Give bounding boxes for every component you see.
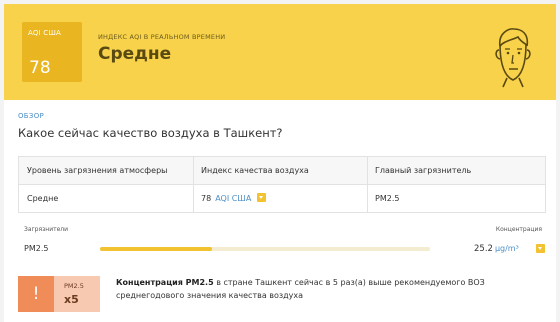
header-main-pollutant: Главный загрязнитель [375,166,472,175]
page: AQI США 78 ИНДЕКС AQI В РЕАЛЬНОМ ВРЕМЕНИ… [0,0,560,322]
aqi-unit-selector[interactable]: AQI США [215,194,251,203]
alert-message: Концентрация PM2.5 в стране Ташкент сейч… [116,276,536,302]
alert-badge: ! PM2.5 x5 [18,276,100,312]
exclamation-icon: ! [18,276,54,312]
cell-main-pollutant: PM2.5 [375,194,400,203]
aqi-status: Средне [98,44,172,64]
concentration-bar [100,247,430,251]
aqi-summary-table: Уровень загрязнения атмосферы Индекс кач… [18,156,546,213]
concentration-value: 25.2 µg/m³ [474,244,519,254]
concentration-bar-fill [100,247,213,251]
chevron-down-icon[interactable] [257,193,267,202]
aqi-badge-value: 78 [29,58,51,78]
alert-message-bold: Концентрация PM2.5 [116,278,214,287]
alert-multiplier: x5 [64,293,79,306]
pollutant-name: PM2.5 [24,244,49,253]
realtime-label: ИНДЕКС AQI В РЕАЛЬНОМ ВРЕМЕНИ [98,33,226,41]
aqi-badge: AQI США 78 [22,22,82,82]
header-pollution-level: Уровень загрязнения атмосферы [27,166,168,175]
cell-aqi-value: 78 [201,194,212,203]
header-aqi: Индекс качества воздуха [201,166,309,175]
aqi-header: AQI США 78 ИНДЕКС AQI В РЕАЛЬНОМ ВРЕМЕНИ… [4,4,556,100]
overview-label: ОБЗОР [18,112,45,120]
chevron-down-icon[interactable] [536,244,545,253]
concentration-label: Концентрация [495,226,542,233]
overview-card: ОБЗОР Какое сейчас качество воздуха в Та… [4,100,556,322]
aqi-badge-label: AQI США [28,29,62,37]
cell-pollution-level: Средне [27,194,59,203]
concentration-number: 25.2 [474,244,493,254]
concentration-unit[interactable]: µg/m³ [495,244,519,253]
cell-aqi: 78 AQI США [193,185,367,212]
neutral-face-icon [495,28,531,88]
pollutants-label: Загрязнители [24,226,69,233]
overview-question: Какое сейчас качество воздуха в Ташкент? [18,126,283,140]
alert-pollutant: PM2.5 [64,282,84,290]
